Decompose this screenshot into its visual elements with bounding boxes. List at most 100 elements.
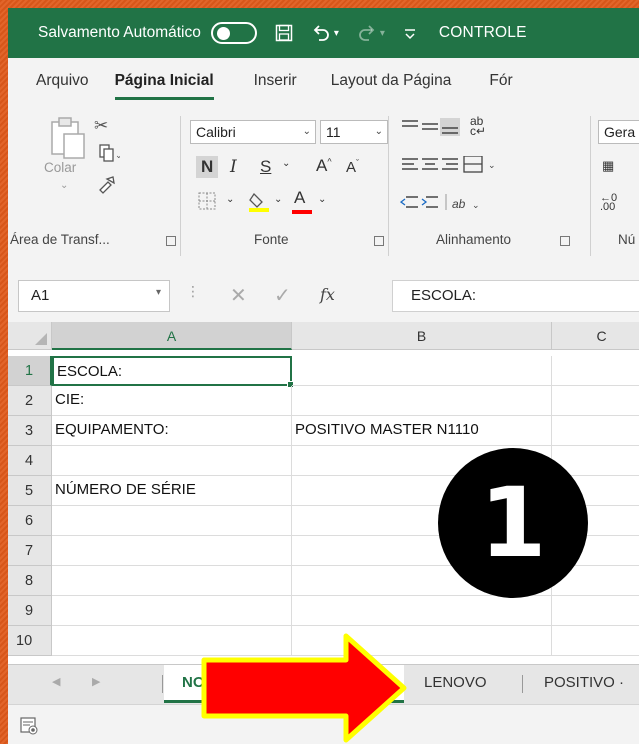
cut-icon[interactable]: ✂	[94, 116, 108, 136]
clipboard-launcher-icon[interactable]	[166, 236, 176, 246]
underline-button[interactable]: S	[260, 157, 271, 177]
font-shrink-label: A	[346, 159, 357, 176]
select-all-button[interactable]	[8, 322, 52, 350]
font-group-label: Fonte	[254, 232, 289, 247]
format-painter-icon[interactable]	[96, 174, 116, 199]
underline-dropdown-icon[interactable]: ⌄	[282, 158, 290, 169]
font-shrink-button[interactable]: Aˇ	[346, 158, 359, 176]
cell-c3[interactable]	[552, 416, 639, 446]
ribbon-separator	[388, 116, 389, 256]
indent-icon[interactable]: ab ⌄	[399, 194, 500, 217]
cell-c1[interactable]	[552, 356, 639, 386]
enter-icon[interactable]: ✓	[274, 283, 291, 307]
cell-a6[interactable]	[52, 506, 292, 536]
font-name-value: Calibri	[196, 124, 236, 140]
formula-input[interactable]: ESCOLA:	[392, 280, 639, 312]
cell-a3[interactable]: EQUIPAMENTO:	[52, 416, 292, 446]
borders-dropdown-icon[interactable]: ⌄	[226, 194, 234, 205]
ribbon: Colar ⌄ ✂ ⌄ Área de Transf... Calibri ⌄ …	[8, 8, 639, 270]
macro-record-icon[interactable]	[20, 717, 38, 740]
bold-button[interactable]: N	[196, 156, 219, 178]
cell-a5[interactable]: NÚMERO DE SÉRIE	[52, 476, 292, 506]
sheet-tab-positivo-label: POSITIVO	[544, 674, 615, 691]
row-header[interactable]: 9	[8, 596, 52, 626]
wrap-text-label: ab	[470, 114, 484, 128]
number-group-label: Nú	[618, 232, 636, 247]
column-header-c[interactable]: C	[552, 322, 639, 350]
italic-button[interactable]: I	[230, 157, 237, 177]
resize-handle-icon[interactable]: ⋮	[186, 284, 200, 300]
font-name-combo[interactable]: Calibri ⌄	[190, 120, 316, 144]
wrap-text-icon[interactable]: ab c↵	[470, 114, 486, 137]
cancel-icon[interactable]: ✕	[230, 283, 247, 307]
align-left-icon[interactable]: ⌄	[400, 155, 500, 179]
fill-color-icon[interactable]	[248, 190, 270, 217]
cell-b2[interactable]	[292, 386, 552, 416]
currency-icon[interactable]: ▦	[602, 158, 614, 174]
cell-b9[interactable]	[292, 596, 552, 626]
font-launcher-icon[interactable]	[374, 236, 384, 246]
paste-label[interactable]: Colar	[44, 160, 76, 175]
cell-b1[interactable]	[292, 356, 552, 386]
fill-dropdown-icon[interactable]: ⌄	[274, 194, 282, 205]
cell-c9[interactable]	[552, 596, 639, 626]
cell-b3[interactable]: POSITIVO MASTER N1110	[292, 416, 552, 446]
select-all-icon	[35, 333, 47, 345]
svg-text:⌄: ⌄	[472, 200, 480, 210]
svg-text:⌄: ⌄	[115, 150, 120, 160]
row-header[interactable]: 6	[8, 506, 52, 536]
clipboard-group-label: Área de Transf...	[10, 232, 110, 247]
cell-a2[interactable]: CIE:	[52, 386, 292, 416]
cell-c10[interactable]	[552, 626, 639, 656]
row-header[interactable]: 3	[8, 416, 52, 446]
cell-c2[interactable]	[552, 386, 639, 416]
font-color-letter: A	[294, 188, 306, 207]
column-header-a[interactable]: A	[52, 322, 292, 350]
borders-icon[interactable]	[198, 192, 216, 215]
copy-icon[interactable]: ⌄	[98, 144, 123, 167]
number-format-combo[interactable]: Gera	[598, 120, 639, 144]
cell-a7[interactable]	[52, 536, 292, 566]
paste-dropdown-icon[interactable]: ⌄	[60, 180, 68, 191]
font-size-value: 11	[326, 124, 341, 140]
formula-buttons: ✕ ✓ fx	[214, 280, 400, 312]
tab-separator	[522, 675, 523, 693]
sheet-tab-positivo[interactable]: POSITIVO ·	[544, 665, 624, 703]
font-color-bar	[292, 210, 312, 214]
row-header[interactable]: 10	[8, 626, 52, 656]
alignment-launcher-icon[interactable]	[560, 236, 570, 246]
cell-a9[interactable]	[52, 596, 292, 626]
svg-text:ab: ab	[452, 197, 466, 211]
step-number-badge: 1	[438, 448, 588, 598]
decimal-icon[interactable]: ←0.00	[600, 193, 617, 213]
insert-function-icon[interactable]: fx	[320, 285, 335, 304]
scroll-right-icon[interactable]: ▶	[92, 675, 100, 688]
sheet-tab-lenovo[interactable]: LENOVO	[424, 665, 487, 703]
cell-a4[interactable]	[52, 446, 292, 476]
name-box[interactable]: A1 ▾	[18, 280, 170, 312]
row-header[interactable]: 5	[8, 476, 52, 506]
row-header[interactable]: 1	[8, 356, 52, 386]
chevron-down-icon: ⌄	[374, 126, 383, 137]
column-headers: A B C	[8, 322, 639, 350]
font-grow-label: A	[316, 156, 328, 175]
cell-a8[interactable]	[52, 566, 292, 596]
ribbon-separator	[180, 116, 181, 256]
scroll-left-icon[interactable]: ◀	[52, 675, 60, 688]
font-color-icon[interactable]: A	[292, 188, 312, 214]
cell-a1[interactable]: ESCOLA:	[52, 356, 294, 388]
font-grow-button[interactable]: A^	[316, 156, 332, 176]
chevron-down-icon: ▾	[155, 287, 161, 298]
row-header[interactable]: 2	[8, 386, 52, 416]
row-header[interactable]: 7	[8, 536, 52, 566]
svg-text:⌄: ⌄	[488, 160, 496, 170]
font-size-combo[interactable]: 11 ⌄	[320, 120, 388, 144]
align-top-icon[interactable]	[400, 118, 460, 141]
row-header[interactable]: 4	[8, 446, 52, 476]
font-color-dropdown-icon[interactable]: ⌄	[318, 194, 326, 205]
paste-icon[interactable]	[48, 116, 88, 165]
alignment-group-label: Alinhamento	[436, 232, 512, 247]
pointer-arrow	[201, 633, 407, 743]
column-header-b[interactable]: B	[292, 322, 552, 350]
row-header[interactable]: 8	[8, 566, 52, 596]
